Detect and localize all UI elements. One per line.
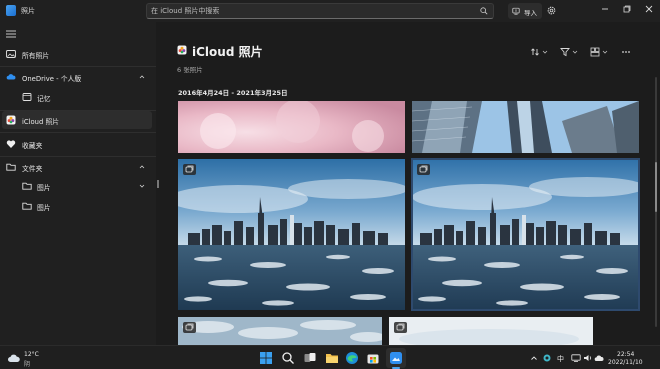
maximize-button[interactable] <box>622 4 632 14</box>
volume-icon[interactable] <box>583 354 593 362</box>
sidebar-item-icloud-photos[interactable]: iCloud 照片 <box>2 111 152 129</box>
more-options-icon[interactable] <box>620 46 640 58</box>
photo-cloudy-sky <box>178 317 382 345</box>
photo-skyscrapers <box>412 101 639 153</box>
hamburger-menu-icon[interactable] <box>6 30 16 38</box>
search-icon[interactable] <box>281 351 295 365</box>
input-method-indicator[interactable]: 中 <box>557 354 564 363</box>
live-photo-badge-icon <box>394 322 407 333</box>
search-icon[interactable] <box>480 7 488 15</box>
icloud-photos-icon <box>6 115 16 125</box>
import-icon <box>512 7 520 15</box>
date-range-header: 2016年4月24日 - 2021年3月25日 <box>178 89 288 97</box>
sidebar-item-all-photos[interactable]: 所有照片 <box>0 45 153 63</box>
show-hidden-icons-chevron-icon[interactable] <box>530 354 538 362</box>
gallery-icon <box>6 50 16 58</box>
photo-city-skyline <box>412 159 639 310</box>
sidebar-item-favorites[interactable]: 收藏夹 <box>0 135 153 153</box>
restore-icon <box>623 5 631 13</box>
sidebar-item-label: iCloud 照片 <box>22 118 60 126</box>
photo-count: 6 张照片 <box>177 66 203 74</box>
stack-icon <box>419 165 428 173</box>
sidebar-item-label: 图片 <box>37 204 51 212</box>
search-box[interactable] <box>146 3 494 19</box>
main-content: iCloud 照片 6 张照片 2016年4月24日 - 2021年3月25日 <box>160 22 660 345</box>
security-icon[interactable] <box>542 354 552 362</box>
sidebar-item-pictures[interactable]: 图片 <box>0 197 153 215</box>
close-icon <box>645 5 653 13</box>
photo-bright-sky <box>389 317 593 345</box>
photo-thumbnail[interactable] <box>389 317 593 345</box>
cloud-icon <box>6 74 16 80</box>
file-explorer-icon[interactable] <box>325 351 339 365</box>
sidebar-item-label: 记忆 <box>37 95 51 103</box>
photo-pink-abstract <box>178 101 405 153</box>
sidebar-item-folders[interactable]: 文件夹 <box>0 158 153 176</box>
settings-gear-icon[interactable] <box>546 5 557 16</box>
live-photo-badge-icon <box>183 164 196 175</box>
folder-icon <box>22 182 32 190</box>
filter-icon[interactable] <box>560 46 580 58</box>
onedrive-cloud-icon[interactable] <box>594 354 604 362</box>
task-view-icon[interactable] <box>303 351 317 365</box>
live-photo-badge-icon <box>183 322 196 333</box>
cloudy-weather-icon[interactable] <box>7 353 21 363</box>
sidebar-item-label: 收藏夹 <box>22 142 43 150</box>
weather-temperature: 12°C <box>24 351 39 358</box>
search-input[interactable] <box>151 5 471 17</box>
stack-icon <box>185 165 194 173</box>
clock-time[interactable]: 22:54 <box>617 351 634 358</box>
folder-icon <box>6 163 16 171</box>
sort-icon[interactable] <box>530 46 550 58</box>
sidebar-divider <box>0 156 156 157</box>
photos-app-icon[interactable] <box>389 351 403 365</box>
app-title: 照片 <box>21 7 35 15</box>
sidebar-item-label: OneDrive - 个人版 <box>22 75 82 83</box>
network-icon[interactable] <box>571 354 581 362</box>
edge-browser-icon[interactable] <box>345 351 359 365</box>
start-windows-icon[interactable] <box>259 351 273 365</box>
sidebar: 所有照片 OneDrive - 个人版 记忆 iCloud 照片 收藏夹 文件夹… <box>0 22 156 345</box>
scrollbar-thumb[interactable] <box>655 162 657 212</box>
chevron-up-icon[interactable] <box>139 164 145 170</box>
folder-icon <box>22 202 32 210</box>
close-button[interactable] <box>644 4 654 14</box>
clock-date[interactable]: 2022/11/10 <box>608 359 643 366</box>
view-options-icon[interactable] <box>590 46 610 58</box>
photo-thumbnail[interactable] <box>411 158 640 311</box>
photo-thumbnail[interactable] <box>178 317 382 345</box>
photo-city-skyline <box>178 159 405 310</box>
import-label: 导入 <box>524 9 537 17</box>
sidebar-item-label: 图片 <box>37 184 51 192</box>
live-photo-badge-icon <box>417 164 430 175</box>
chevron-down-icon[interactable] <box>139 183 145 189</box>
title-bar: 照片 导入 <box>0 0 660 22</box>
page-title: iCloud 照片 <box>192 45 263 59</box>
photo-thumbnail[interactable] <box>178 159 405 310</box>
photo-thumbnail[interactable] <box>412 101 639 153</box>
stack-icon <box>396 323 405 331</box>
photos-app-icon <box>6 5 16 16</box>
microsoft-store-icon[interactable] <box>366 351 380 365</box>
import-button[interactable]: 导入 <box>508 3 542 19</box>
minimize-icon <box>602 8 608 10</box>
taskbar: 12°C 阴 中 22:54 2022/11/10 <box>0 345 660 369</box>
chevron-up-icon[interactable] <box>139 74 145 80</box>
stack-icon <box>185 323 194 331</box>
photo-thumbnail[interactable] <box>178 101 405 153</box>
icloud-photos-icon <box>177 45 187 55</box>
sidebar-item-memories[interactable]: 记忆 <box>0 88 153 106</box>
sidebar-item-label: 文件夹 <box>22 165 43 173</box>
sidebar-item-pictures[interactable]: 图片 <box>0 177 153 195</box>
memories-icon <box>22 93 32 101</box>
pane-splitter-handle[interactable] <box>157 180 159 188</box>
sidebar-divider <box>0 66 156 67</box>
minimize-button[interactable] <box>600 4 610 14</box>
sidebar-item-label: 所有照片 <box>22 52 50 60</box>
sidebar-item-onedrive[interactable]: OneDrive - 个人版 <box>0 68 153 86</box>
weather-condition: 阴 <box>24 361 31 368</box>
sidebar-divider <box>0 132 156 133</box>
heart-icon <box>6 140 16 148</box>
